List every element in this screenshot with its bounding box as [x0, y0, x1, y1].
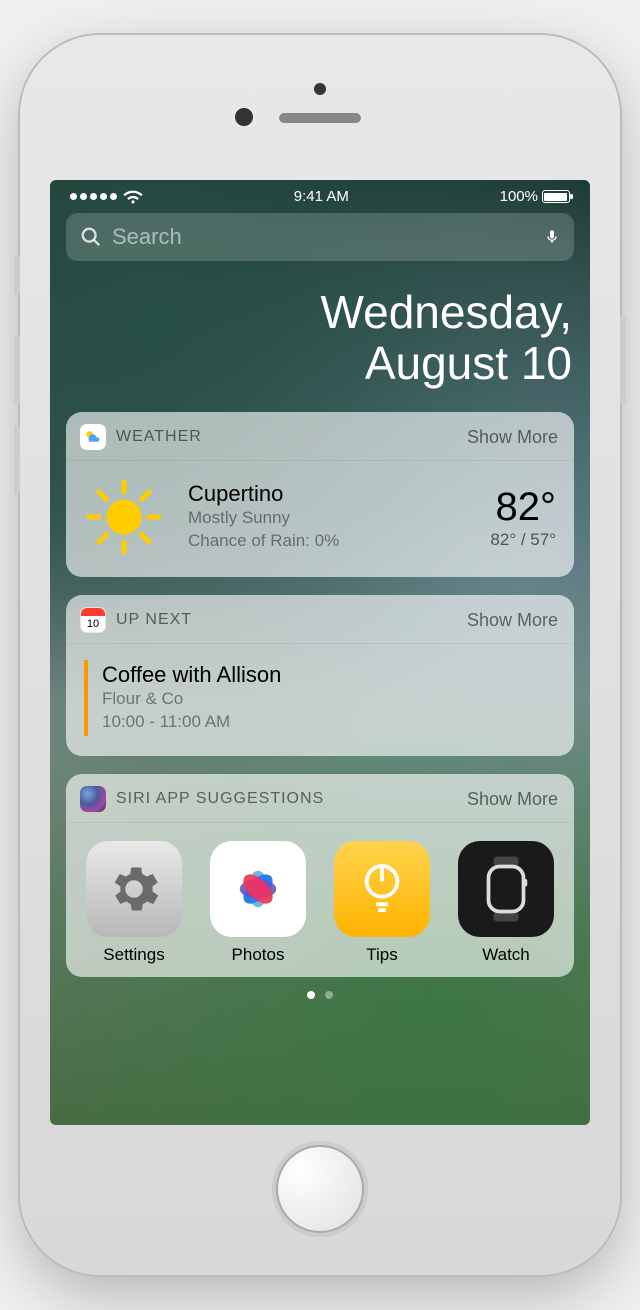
event-time: 10:00 - 11:00 AM	[102, 711, 556, 734]
app-label: Settings	[103, 945, 164, 964]
photos-icon	[210, 841, 306, 937]
calendar-app-icon: 10	[80, 607, 106, 633]
signal-icon	[70, 193, 117, 200]
calendar-event[interactable]: Coffee with Allison Flour & Co 10:00 - 1…	[84, 660, 556, 736]
event-location: Flour & Co	[102, 688, 556, 711]
app-label: Watch	[482, 945, 530, 964]
app-watch[interactable]: Watch	[452, 841, 560, 965]
battery-pct: 100%	[500, 188, 538, 205]
app-label: Photos	[232, 945, 285, 964]
siri-suggestions-widget: SIRI APP SUGGESTIONS Show More Settings	[66, 774, 574, 977]
weather-widget-title: WEATHER	[116, 428, 202, 446]
app-label: Tips	[366, 945, 398, 964]
weather-app-icon	[80, 424, 106, 450]
sunny-icon	[84, 477, 164, 557]
search-placeholder: Search	[112, 224, 534, 250]
app-tips[interactable]: Tips	[328, 841, 436, 965]
home-button[interactable]	[272, 1141, 368, 1237]
weather-location: Cupertino	[188, 481, 490, 507]
event-title: Coffee with Allison	[102, 662, 556, 688]
battery-indicator: 100%	[500, 188, 570, 205]
app-settings[interactable]: Settings	[80, 841, 188, 965]
weather-show-more[interactable]: Show More	[467, 427, 558, 448]
page-indicator[interactable]	[66, 987, 574, 1003]
date-header: Wednesday, August 10	[66, 261, 574, 412]
wifi-icon	[123, 190, 143, 204]
date-line-2: August 10	[66, 338, 572, 389]
up-next-show-more[interactable]: Show More	[467, 610, 558, 631]
status-time: 9:41 AM	[294, 188, 349, 205]
weather-temp: 82°	[490, 485, 556, 530]
siri-title: SIRI APP SUGGESTIONS	[116, 790, 324, 808]
siri-show-more[interactable]: Show More	[467, 789, 558, 810]
status-bar: 9:41 AM 100%	[66, 180, 574, 209]
watch-icon	[458, 841, 554, 937]
up-next-widget[interactable]: 10 UP NEXT Show More Coffee with Allison…	[66, 595, 574, 756]
weather-rain: Chance of Rain: 0%	[188, 530, 490, 553]
phone-frame: 9:41 AM 100% Search Wednesday, August 10	[20, 35, 620, 1275]
up-next-title: UP NEXT	[116, 611, 192, 629]
siri-icon	[80, 786, 106, 812]
settings-icon	[86, 841, 182, 937]
search-icon	[80, 226, 102, 248]
tips-icon	[334, 841, 430, 937]
app-photos[interactable]: Photos	[204, 841, 312, 965]
weather-widget[interactable]: WEATHER Show More Cupertino Mostly Sunny	[66, 412, 574, 577]
date-line-1: Wednesday,	[66, 287, 572, 338]
weather-condition: Mostly Sunny	[188, 507, 490, 530]
search-input[interactable]: Search	[66, 213, 574, 261]
mic-icon[interactable]	[544, 229, 560, 245]
weather-range: 82° / 57°	[490, 530, 556, 550]
today-view-screen: 9:41 AM 100% Search Wednesday, August 10	[50, 180, 590, 1125]
